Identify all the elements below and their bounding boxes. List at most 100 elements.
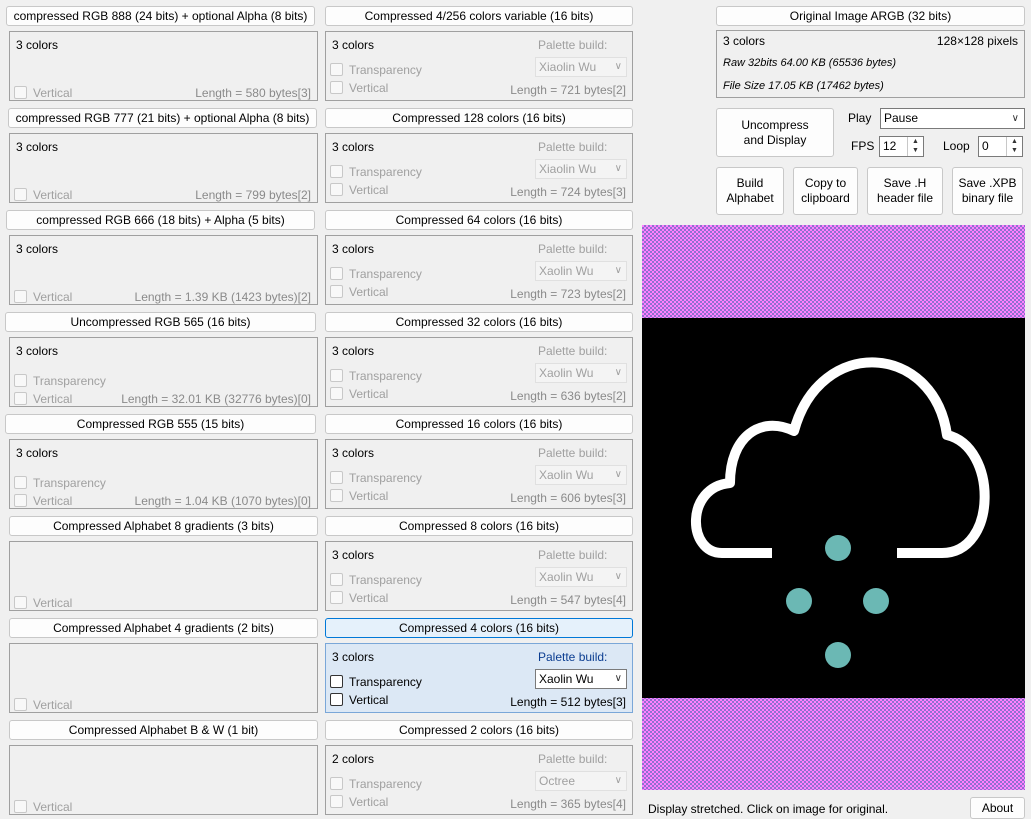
vertical-checkbox[interactable]: Vertical [14, 698, 72, 712]
vertical-checkbox[interactable]: Vertical [330, 693, 388, 707]
about-button[interactable]: About [970, 797, 1025, 819]
transparency-checkbox[interactable]: Transparency [330, 777, 422, 791]
chevron-down-icon: ∨ [614, 673, 622, 684]
transparency-checkbox[interactable]: Transparency [14, 476, 106, 490]
vertical-checkbox[interactable]: Vertical [330, 489, 388, 503]
transparency-checkbox[interactable]: Transparency [14, 374, 106, 388]
original-colors: 3 colors [723, 34, 766, 48]
image-preview[interactable] [642, 225, 1025, 790]
original-image-info: 3 colors 128×128 pixels Raw 32bits 64.00… [716, 30, 1025, 98]
format-panel: 3 colors Palette build: Transparency Xiaoli… [325, 133, 633, 203]
vertical-label: Vertical [33, 698, 73, 712]
vertical-checkbox[interactable]: Vertical [14, 800, 72, 814]
play-select[interactable]: Pause ∨ [880, 108, 1025, 129]
vertical-checkbox[interactable]: Vertical [14, 290, 72, 304]
vertical-checkbox[interactable]: Vertical [330, 81, 388, 95]
transparency-checkbox[interactable]: Transparency [330, 165, 422, 179]
palette-algorithm-select[interactable]: Xaolin Wu ∨ [535, 567, 627, 587]
format-header: Compressed Alphabet 4 gradients (2 bits) [9, 618, 318, 638]
vertical-checkbox[interactable]: Vertical [330, 387, 388, 401]
palette-build-label: Palette build: [538, 446, 608, 460]
format-header[interactable]: Compressed 128 colors (16 bits) [325, 108, 633, 128]
format-header: Compressed Alphabet B & W (1 bit) [9, 720, 318, 740]
transparency-checkbox[interactable]: Transparency [330, 675, 422, 689]
checkbox-box [330, 267, 343, 280]
palette-algorithm-select[interactable]: Xaolin Wu ∨ [535, 261, 627, 281]
length-text: Length = 799 bytes[2] [195, 188, 311, 202]
vertical-label: Vertical [33, 596, 73, 610]
vertical-checkbox[interactable]: Vertical [14, 392, 72, 406]
palette-algorithm-select[interactable]: Xaolin Wu ∨ [535, 669, 627, 689]
format-header: Compressed Alphabet 8 gradients (3 bits) [9, 516, 318, 536]
palette-build-label: Palette build: [538, 650, 608, 664]
format-panel: 3 colors Transparency Vertical Length = 1.0… [9, 439, 318, 509]
save-h-label: Save .H header file [876, 176, 934, 205]
chevron-down-icon: ∨ [614, 61, 622, 72]
palette-algorithm-select[interactable]: Octree ∨ [535, 771, 627, 791]
format-header[interactable]: Compressed 2 colors (16 bits) [325, 720, 633, 740]
color-count: 3 colors [16, 140, 59, 154]
vertical-label: Vertical [349, 285, 389, 299]
format-panel: 3 colors Palette build: Transparency Xaolin… [325, 439, 633, 509]
format-panel: 3 colors Palette build: Transparency Xiaoli… [325, 31, 633, 101]
color-count: 3 colors [332, 140, 375, 154]
chevron-down-icon: ∨ [614, 265, 622, 276]
palette-algorithm-select[interactable]: Xaolin Wu ∨ [535, 363, 627, 383]
length-text: Length = 1.04 KB (1070 bytes)[0] [134, 494, 311, 508]
save-xpb-button[interactable]: Save .XPB binary file [952, 167, 1023, 215]
copy-clipboard-button[interactable]: Copy to clipboard [793, 167, 858, 215]
original-image-header: Original Image ARGB (32 bits) [716, 6, 1025, 26]
transparency-checkbox[interactable]: Transparency [330, 267, 422, 281]
checkbox-box [14, 476, 27, 489]
transparency-label: Transparency [33, 476, 106, 490]
raw-size: Raw 32bits 64.00 KB (65536 bytes) [723, 57, 897, 69]
color-count: 3 colors [332, 548, 375, 562]
checkbox-box [14, 290, 27, 303]
vertical-checkbox[interactable]: Vertical [14, 86, 72, 100]
palette-algorithm-select[interactable]: Xaolin Wu ∨ [535, 465, 627, 485]
format-header[interactable]: Compressed 16 colors (16 bits) [325, 414, 633, 434]
vertical-checkbox[interactable]: Vertical [14, 494, 72, 508]
uncompress-display-button[interactable]: Uncompress and Display [716, 108, 834, 157]
length-text: Length = 721 bytes[2] [510, 83, 626, 97]
spin-arrows-icon[interactable]: ▲ ▼ [1006, 137, 1022, 156]
rain-drop [825, 642, 851, 668]
copy-clipboard-label: Copy to clipboard [801, 176, 850, 205]
transparency-checkbox[interactable]: Transparency [330, 369, 422, 383]
transparency-checkbox[interactable]: Transparency [330, 471, 422, 485]
chevron-down-icon: ∨ [614, 469, 622, 480]
vertical-checkbox[interactable]: Vertical [14, 596, 72, 610]
transparency-checkbox[interactable]: Transparency [330, 63, 422, 77]
length-text: Length = 580 bytes[3] [195, 86, 311, 100]
transparency-label: Transparency [33, 374, 106, 388]
format-header: compressed RGB 888 (24 bits) + optional … [6, 6, 315, 26]
transparency-checkbox[interactable]: Transparency [330, 573, 422, 587]
build-alphabet-button[interactable]: Build Alphabet [716, 167, 784, 215]
format-header: compressed RGB 666 (18 bits) + Alpha (5 … [6, 210, 315, 230]
format-header[interactable]: Compressed 8 colors (16 bits) [325, 516, 633, 536]
checkbox-box [330, 489, 343, 502]
format-header[interactable]: Compressed 4 colors (16 bits) [325, 618, 633, 638]
format-header[interactable]: Compressed 32 colors (16 bits) [325, 312, 633, 332]
spin-arrows-icon[interactable]: ▲ ▼ [907, 137, 923, 156]
fps-spinner[interactable]: 12 ▲ ▼ [879, 136, 924, 157]
vertical-label: Vertical [349, 795, 389, 809]
palette-build-label: Palette build: [538, 242, 608, 256]
loop-spinner[interactable]: 0 ▲ ▼ [978, 136, 1023, 157]
save-h-button[interactable]: Save .H header file [867, 167, 943, 215]
format-header[interactable]: Compressed 4/256 colors variable (16 bit… [325, 6, 633, 26]
color-count: 3 colors [332, 242, 375, 256]
format-header[interactable]: Compressed 64 colors (16 bits) [325, 210, 633, 230]
vertical-checkbox[interactable]: Vertical [14, 188, 72, 202]
vertical-label: Vertical [33, 188, 73, 202]
color-count: 3 colors [16, 242, 59, 256]
vertical-label: Vertical [33, 800, 73, 814]
fps-label: FPS [851, 139, 875, 153]
checkbox-box [330, 777, 343, 790]
vertical-checkbox[interactable]: Vertical [330, 795, 388, 809]
palette-algorithm-select[interactable]: Xiaolin Wu ∨ [535, 159, 627, 179]
vertical-checkbox[interactable]: Vertical [330, 183, 388, 197]
palette-algorithm-select[interactable]: Xiaolin Wu ∨ [535, 57, 627, 77]
vertical-checkbox[interactable]: Vertical [330, 285, 388, 299]
vertical-checkbox[interactable]: Vertical [330, 591, 388, 605]
